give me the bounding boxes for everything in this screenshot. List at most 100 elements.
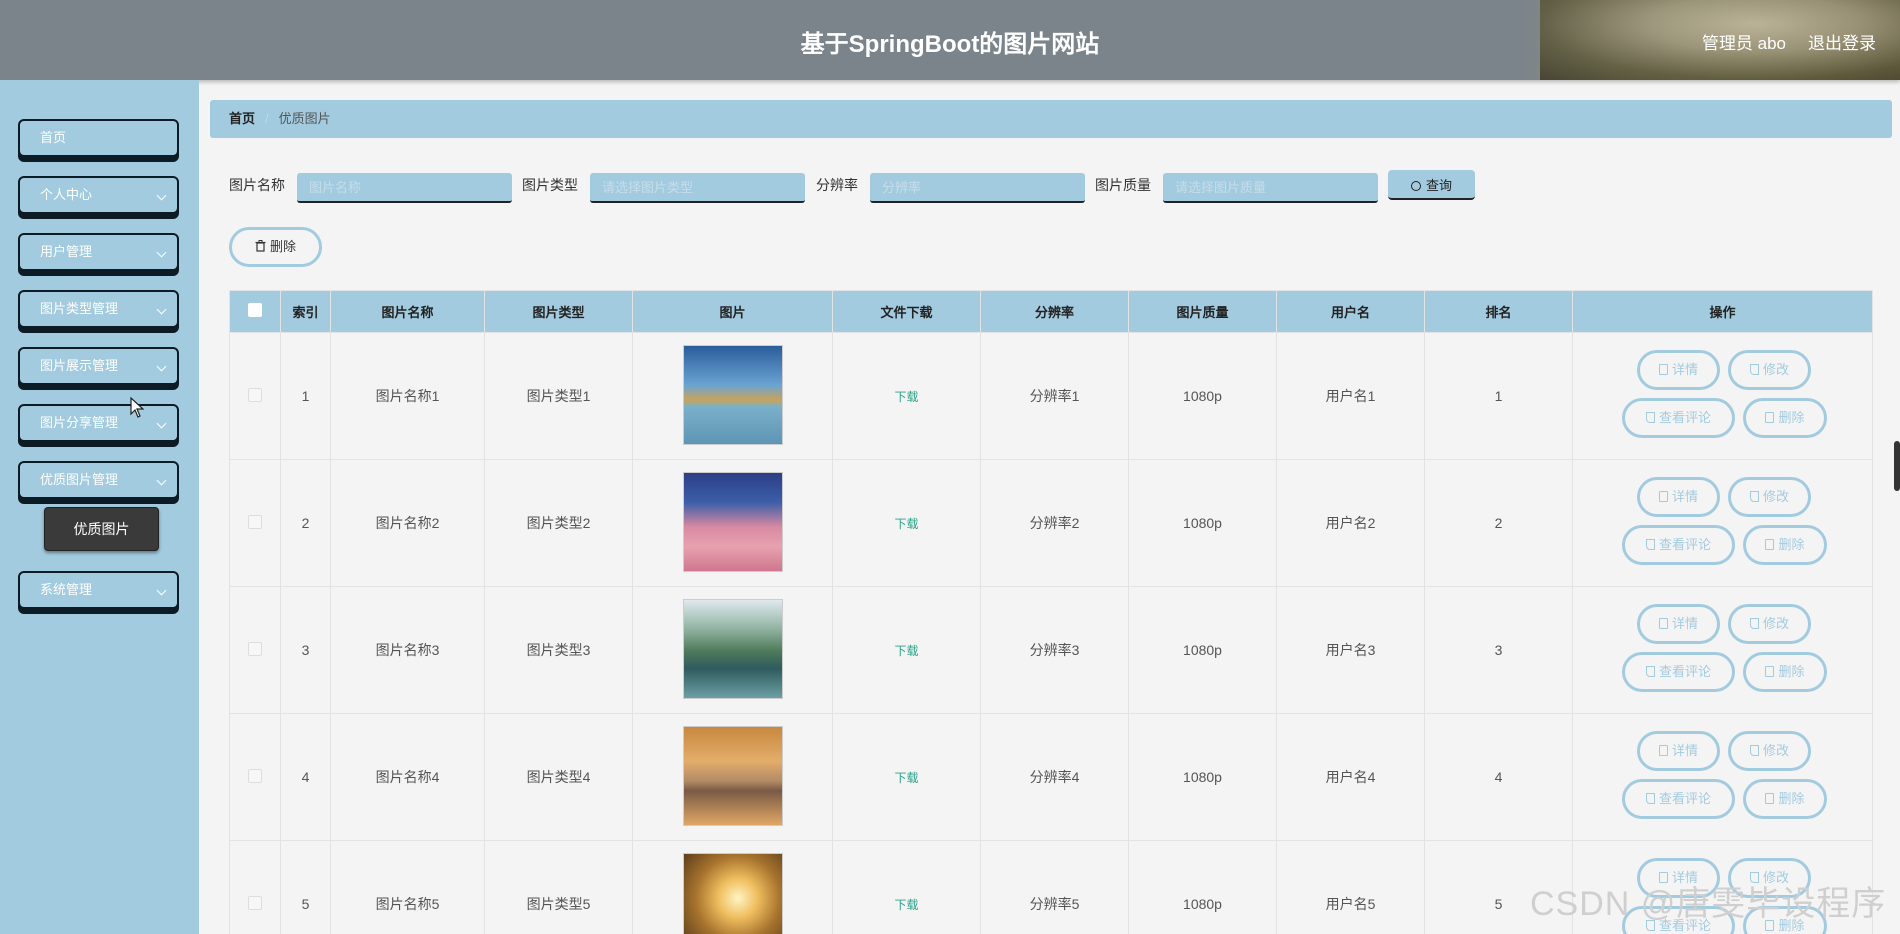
document-icon [1658,618,1668,629]
download-link[interactable]: 下载 [894,390,918,404]
image-quality-select[interactable] [1163,173,1378,203]
download-link[interactable]: 下载 [894,517,918,531]
image-thumbnail[interactable] [682,725,783,826]
edit-button[interactable]: 修改 [1728,604,1811,644]
pencil-icon [1749,364,1759,375]
column-header: 分辨率 [980,290,1129,333]
quality-cell: 1080p [1128,332,1277,460]
table-row: 4 图片名称4 图片类型4 下载 分辨率4 1080p 用户名4 4 详情 修改… [229,713,1873,841]
edit-button[interactable]: 修改 [1728,350,1811,390]
trash-icon [1765,920,1775,931]
breadcrumb: 首页 / 优质图片 [210,100,1892,138]
image-type-cell: 图片类型5 [484,840,633,934]
row-delete-label: 删除 [1778,664,1805,679]
download-link[interactable]: 下载 [894,771,918,785]
rank-cell: 3 [1424,586,1573,714]
logout-link[interactable]: 退出登录 [1808,29,1876,54]
detail-button-label: 详情 [1671,870,1698,885]
view-comments-label: 查看评论 [1658,664,1711,679]
document-icon [1658,491,1668,502]
edit-button[interactable]: 修改 [1728,858,1811,898]
detail-button[interactable]: 详情 [1637,477,1720,517]
image-thumbnail[interactable] [682,598,783,699]
sidebar-item-image-display-management[interactable]: 图片展示管理 [18,347,179,385]
table-row: 5 图片名称5 图片类型5 下载 分辨率5 1080p 用户名5 5 详情 修改… [229,840,1873,934]
image-cell [632,713,833,841]
view-comments-button[interactable]: 查看评论 [1622,398,1735,438]
resolution-cell: 分辨率2 [980,459,1129,587]
search-button[interactable]: 查询 [1388,170,1475,200]
view-comments-label: 查看评论 [1658,791,1711,806]
sidebar-item-label: 首页 [40,130,67,145]
detail-button-label: 详情 [1671,489,1698,504]
row-checkbox[interactable] [248,641,262,656]
row-checkbox[interactable] [248,895,262,910]
row-checkbox[interactable] [248,768,262,783]
resolution-cell: 分辨率1 [980,332,1129,460]
row-delete-button[interactable]: 删除 [1743,652,1827,692]
row-delete-label: 删除 [1778,918,1805,933]
column-header: 索引 [280,290,331,333]
index-cell: 2 [280,459,331,587]
detail-button[interactable]: 详情 [1637,858,1720,898]
image-cell [632,459,833,587]
row-checkbox[interactable] [248,514,262,529]
row-select-cell [229,586,281,714]
row-delete-button[interactable]: 删除 [1743,906,1827,934]
view-comments-button[interactable]: 查看评论 [1622,906,1735,934]
operations-cell: 详情 修改 查看评论 删除 [1572,459,1873,587]
sidebar-item-image-share-management[interactable]: 图片分享管理 [18,404,179,442]
image-type-select[interactable] [590,173,805,203]
row-delete-label: 删除 [1778,410,1805,425]
image-name-cell: 图片名称5 [330,840,485,934]
image-thumbnail[interactable] [682,344,783,445]
rank-cell: 5 [1424,840,1573,934]
quality-cell: 1080p [1128,586,1277,714]
column-header: 文件下载 [832,290,981,333]
username-cell: 用户名3 [1276,586,1425,714]
view-comments-button[interactable]: 查看评论 [1622,652,1735,692]
sidebar-item-personal-center[interactable]: 个人中心 [18,176,179,214]
resolution-input[interactable] [870,173,1085,203]
site-title: 基于SpringBoot的图片网站 [800,31,1100,58]
pencil-icon [1645,666,1655,677]
image-type-cell: 图片类型4 [484,713,633,841]
download-link[interactable]: 下载 [894,898,918,912]
chevron-down-icon [156,247,167,258]
batch-delete-button[interactable]: 删除 [229,227,322,267]
row-delete-button[interactable]: 删除 [1743,398,1827,438]
image-thumbnail[interactable] [682,852,783,934]
row-checkbox[interactable] [248,387,262,402]
page-scrollbar[interactable] [1894,441,1900,491]
view-comments-button[interactable]: 查看评论 [1622,525,1735,565]
image-thumbnail[interactable] [682,471,783,572]
sidebar-item-system-management[interactable]: 系统管理 [18,571,179,609]
image-name-cell: 图片名称1 [330,332,485,460]
username-cell: 用户名5 [1276,840,1425,934]
view-comments-button[interactable]: 查看评论 [1622,779,1735,819]
detail-button[interactable]: 详情 [1637,731,1720,771]
column-header: 排名 [1424,290,1573,333]
submenu-item-quality-images[interactable]: 优质图片 [44,507,159,551]
edit-button[interactable]: 修改 [1728,477,1811,517]
detail-button[interactable]: 详情 [1637,350,1720,390]
row-delete-button[interactable]: 删除 [1743,525,1827,565]
batch-delete-label: 删除 [269,239,296,254]
select-all-checkbox[interactable] [248,303,262,317]
sidebar-item-home[interactable]: 首页 [18,119,179,157]
breadcrumb-home[interactable]: 首页 [229,111,255,126]
row-delete-button[interactable]: 删除 [1743,779,1827,819]
detail-button-label: 详情 [1671,616,1698,631]
detail-button[interactable]: 详情 [1637,604,1720,644]
sidebar-item-image-type-management[interactable]: 图片类型管理 [18,290,179,328]
download-link[interactable]: 下载 [894,644,918,658]
pencil-icon [1749,745,1759,756]
image-name-input[interactable] [297,173,512,203]
sidebar-item-label: 系统管理 [40,582,93,597]
chevron-down-icon [156,190,167,201]
sidebar-item-quality-image-management[interactable]: 优质图片管理 [18,461,179,499]
index-cell: 3 [280,586,331,714]
view-comments-label: 查看评论 [1658,537,1711,552]
sidebar-item-user-management[interactable]: 用户管理 [18,233,179,271]
edit-button[interactable]: 修改 [1728,731,1811,771]
